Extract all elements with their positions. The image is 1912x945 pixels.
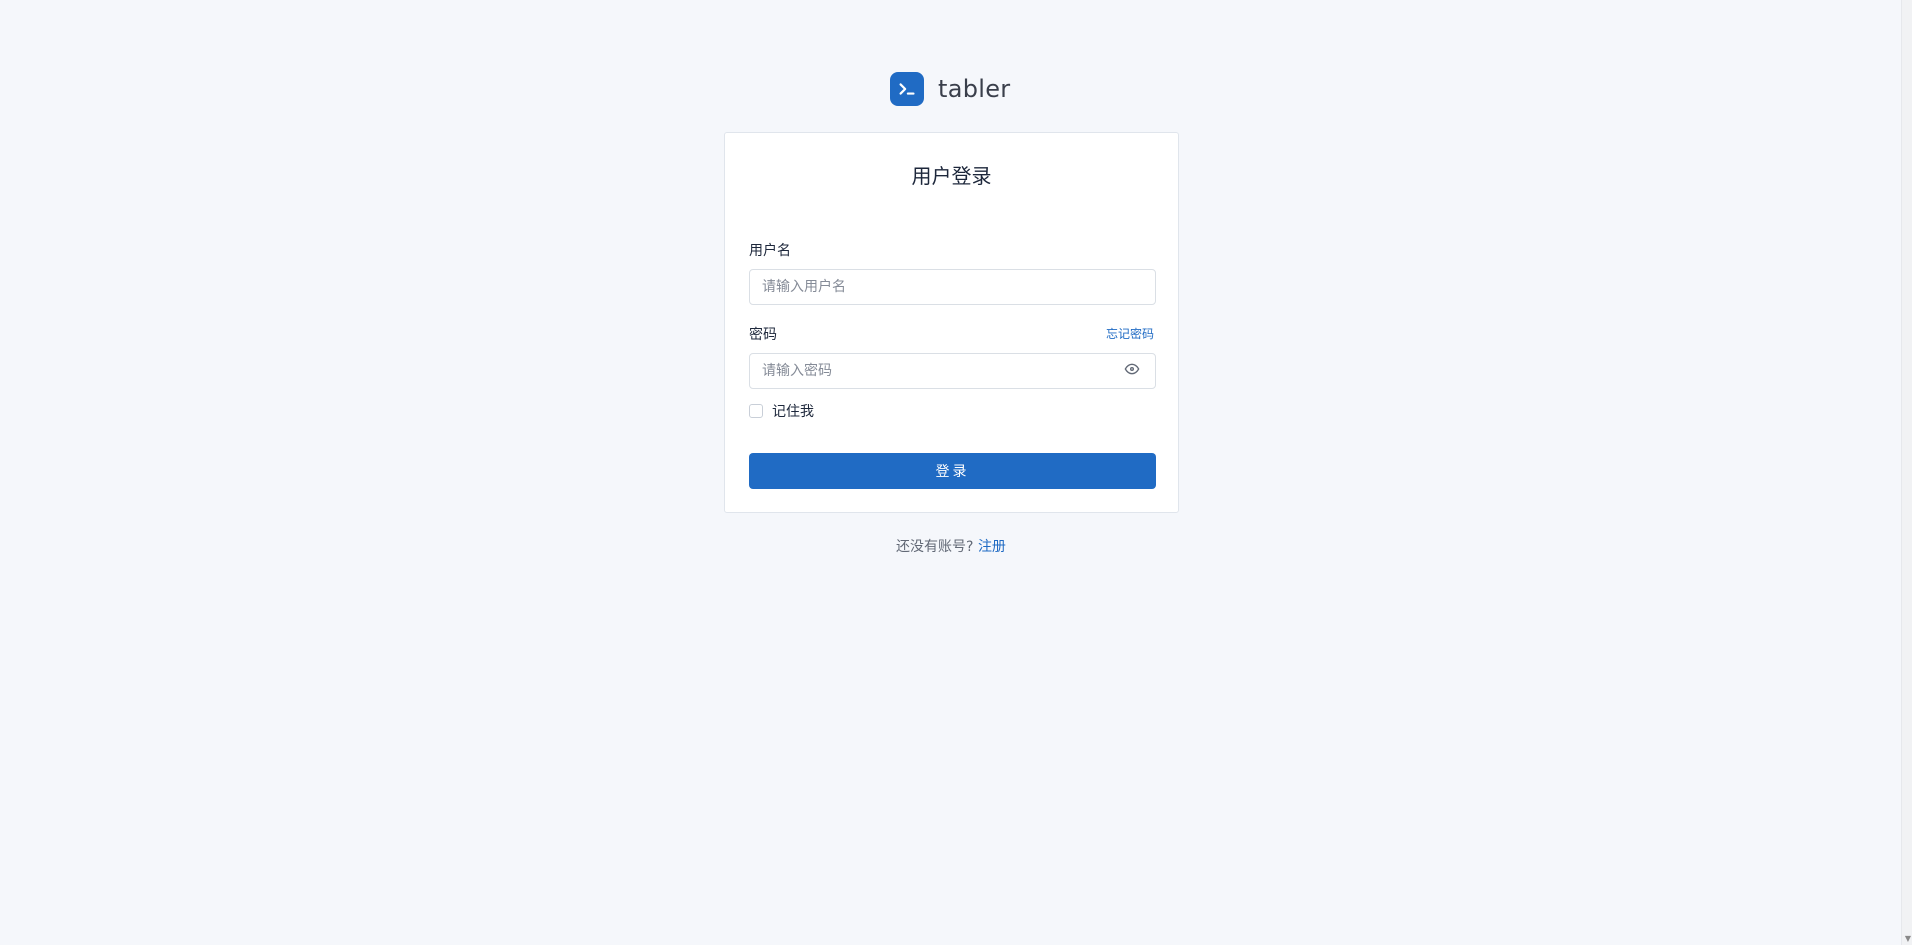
password-input[interactable] — [749, 353, 1156, 389]
scroll-down-arrow-icon[interactable]: ▼ — [1905, 935, 1911, 943]
terminal-icon — [890, 72, 924, 106]
remember-me-checkbox[interactable] — [749, 404, 763, 418]
password-label: 密码 — [749, 327, 777, 343]
register-link[interactable]: 注册 — [978, 539, 1006, 555]
scrollbar[interactable]: ▼ — [1901, 0, 1912, 945]
brand-name: tabler — [938, 75, 1011, 103]
username-input[interactable] — [749, 269, 1156, 305]
forgot-password-link[interactable]: 忘记密码 — [1106, 325, 1154, 342]
remember-me[interactable]: 记住我 — [749, 401, 814, 421]
brand[interactable]: tabler — [890, 72, 1010, 106]
login-title: 用户登录 — [911, 164, 992, 188]
register-prompt: 还没有账号? 注册 — [0, 536, 1902, 556]
login-button[interactable]: 登录 — [749, 453, 1156, 489]
login-page: tabler 用户登录 用户名 密码 忘记密码 记住我 登录 还没有账号? 注册… — [0, 0, 1912, 945]
register-prompt-text: 还没有账号? — [896, 539, 974, 555]
login-card: 用户登录 用户名 密码 忘记密码 记住我 登录 — [724, 132, 1179, 513]
remember-me-label: 记住我 — [772, 404, 814, 420]
username-label: 用户名 — [749, 243, 791, 259]
eye-icon[interactable] — [1117, 354, 1147, 384]
